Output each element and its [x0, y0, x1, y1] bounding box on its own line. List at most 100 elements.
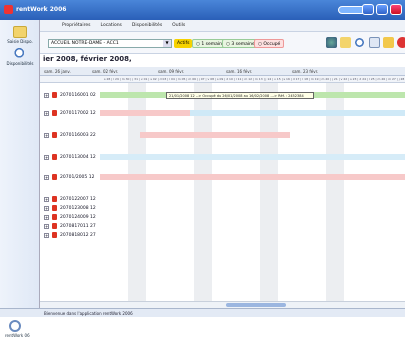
row-label-text: 2070817011 27: [60, 223, 96, 229]
document-icon[interactable]: [369, 37, 380, 48]
row-label-text: 2070122007 12: [60, 196, 96, 202]
expand-icon[interactable]: +: [44, 92, 49, 98]
expand-icon[interactable]: +: [44, 132, 49, 138]
row-label: +2070116001 02: [44, 91, 99, 99]
sidebar-footer: rentWork 06: [5, 320, 30, 338]
row-label: +2070116003 22: [44, 131, 99, 139]
expand-icon[interactable]: +: [44, 154, 49, 160]
row-label-text: 2070116001 02: [60, 92, 96, 98]
occupied-bar[interactable]: [100, 110, 190, 116]
key-icon: [52, 174, 57, 180]
filter-actifs[interactable]: Actifs: [174, 39, 193, 48]
row-label: +20701/2005 12: [44, 173, 98, 181]
occupied-bar[interactable]: [140, 132, 290, 138]
row-label: +2070124009 12: [44, 213, 99, 221]
minimize-button[interactable]: [362, 4, 374, 15]
sidebar: Saisie Dispo. Disponibilités rentWork 06: [0, 20, 40, 338]
expand-icon[interactable]: +: [44, 223, 49, 229]
magnifier-icon: [13, 48, 27, 60]
menu-item-outils[interactable]: Outils: [172, 23, 185, 31]
availability-bar[interactable]: [100, 154, 405, 160]
row-label-text: 2070123008 12: [60, 205, 96, 211]
list-item[interactable]: +2070124009 12: [40, 213, 405, 221]
row-label-text: 2070117002 12: [60, 110, 96, 116]
list-item[interactable]: +2070123008 12: [40, 204, 405, 212]
menu-item-proprietaires[interactable]: Propriétaires: [62, 23, 91, 31]
row-label-text: 20701/2005 12: [60, 174, 95, 180]
key-icon: [52, 223, 57, 229]
close-button[interactable]: [390, 4, 402, 15]
list-item[interactable]: +20701/2005 12: [40, 173, 405, 181]
row-label-text: 2070116003 22: [60, 132, 96, 138]
list-item[interactable]: +2070817011 27: [40, 222, 405, 230]
list-item[interactable]: +2070122007 12: [40, 195, 405, 203]
key-icon: [52, 132, 57, 138]
row-label: +2070122007 12: [44, 195, 99, 203]
row-label-text: 2070124009 12: [60, 214, 96, 220]
row-label: +2070817011 27: [44, 222, 99, 230]
toolbar: ACCUEIL NOTRE-DAME - ACC1 ▼ Actifs ○ 1 s…: [40, 32, 405, 54]
menu-item-locations[interactable]: Locations: [101, 23, 122, 31]
row-label-text: 2070113004 12: [60, 154, 96, 160]
horizontal-scrollbar[interactable]: [40, 301, 405, 308]
expand-icon[interactable]: +: [44, 214, 49, 220]
grid-icon: [13, 26, 27, 38]
day-header: s 28 | l 29 | m 30 | j 31 | v 01 | s 02 …: [40, 76, 405, 83]
status-bar: Bienvenue dans l'application rentWork 20…: [0, 308, 405, 317]
week-label: sam. 02 févr.: [92, 69, 119, 74]
expand-icon[interactable]: +: [44, 196, 49, 202]
row-label: +2070117002 12: [44, 109, 99, 117]
period-label: ier 2008, février 2008,: [43, 55, 132, 63]
booking-tooltip: 21/01/2008 12 --> Occupé du 26/01/2008 a…: [166, 92, 314, 99]
window-title: rentWork 2006: [16, 6, 67, 13]
week-label: sam. 09 févr.: [158, 69, 185, 74]
power-icon[interactable]: [9, 320, 21, 332]
menu-item-disponibilites[interactable]: Disponibilités: [132, 23, 162, 31]
exit-icon[interactable]: [397, 37, 405, 48]
list-item[interactable]: +2070116003 22: [40, 131, 405, 139]
list-item[interactable]: +2070113004 12: [40, 153, 405, 161]
expand-icon[interactable]: +: [44, 205, 49, 211]
availability-bar[interactable]: [190, 110, 405, 116]
row-label: +2070818012 27: [44, 231, 99, 239]
row-label-text: 2070818012 27: [60, 232, 96, 238]
key-icon: [52, 92, 57, 98]
app-logo-icon: [4, 5, 13, 14]
search-icon[interactable]: [354, 37, 365, 48]
key-icon: [52, 110, 57, 116]
sidebar-item-saisie[interactable]: Saisie Dispo.: [2, 26, 38, 44]
property-select[interactable]: ACCUEIL NOTRE-DAME - ACC1 ▼: [48, 39, 172, 48]
occupied-bar[interactable]: [100, 174, 405, 180]
key-icon: [52, 232, 57, 238]
period-bar: ier 2008, février 2008,: [40, 54, 405, 67]
sidebar-item-label: Disponibilités: [6, 61, 34, 66]
scrollbar-thumb[interactable]: [226, 303, 286, 307]
sidebar-item-disponibilites[interactable]: Disponibilités: [2, 48, 38, 66]
row-label: +2070113004 12: [44, 153, 99, 161]
arrow-icon[interactable]: [326, 37, 337, 48]
week-label: sam. 26 janv.: [44, 69, 71, 74]
expand-icon[interactable]: +: [44, 232, 49, 238]
row-label: +2070123008 12: [44, 204, 99, 212]
print-icon[interactable]: [383, 37, 394, 48]
week-label: sam. 23 févr.: [292, 69, 319, 74]
property-select-value: ACCUEIL NOTRE-DAME - ACC1: [51, 41, 119, 46]
sidebar-footer-label: rentWork 06: [5, 333, 30, 338]
chevron-down-icon[interactable]: ▼: [163, 40, 171, 47]
chip-label: Actifs: [177, 41, 190, 46]
expand-icon[interactable]: +: [44, 110, 49, 116]
maximize-button[interactable]: [376, 4, 388, 15]
week-header: sam. 26 janv. sam. 02 févr. sam. 09 févr…: [40, 67, 405, 76]
menu-bar: Propriétaires Locations Disponibilités O…: [40, 20, 405, 32]
expand-icon[interactable]: +: [44, 174, 49, 180]
filter-occupe[interactable]: ○ Occupé: [254, 39, 285, 48]
key-icon: [52, 214, 57, 220]
sidebar-item-label: Saisie Dispo.: [7, 39, 33, 44]
list-item[interactable]: +2070117002 12: [40, 109, 405, 117]
folder-icon[interactable]: [340, 37, 351, 48]
key-icon: [52, 196, 57, 202]
planning-grid[interactable]: +2070116001 02 +2070117002 12 +207011600…: [40, 83, 405, 301]
list-item[interactable]: +2070818012 27: [40, 231, 405, 239]
status-text: Bienvenue dans l'application rentWork 20…: [44, 311, 133, 316]
chip-label: Occupé: [263, 42, 281, 47]
